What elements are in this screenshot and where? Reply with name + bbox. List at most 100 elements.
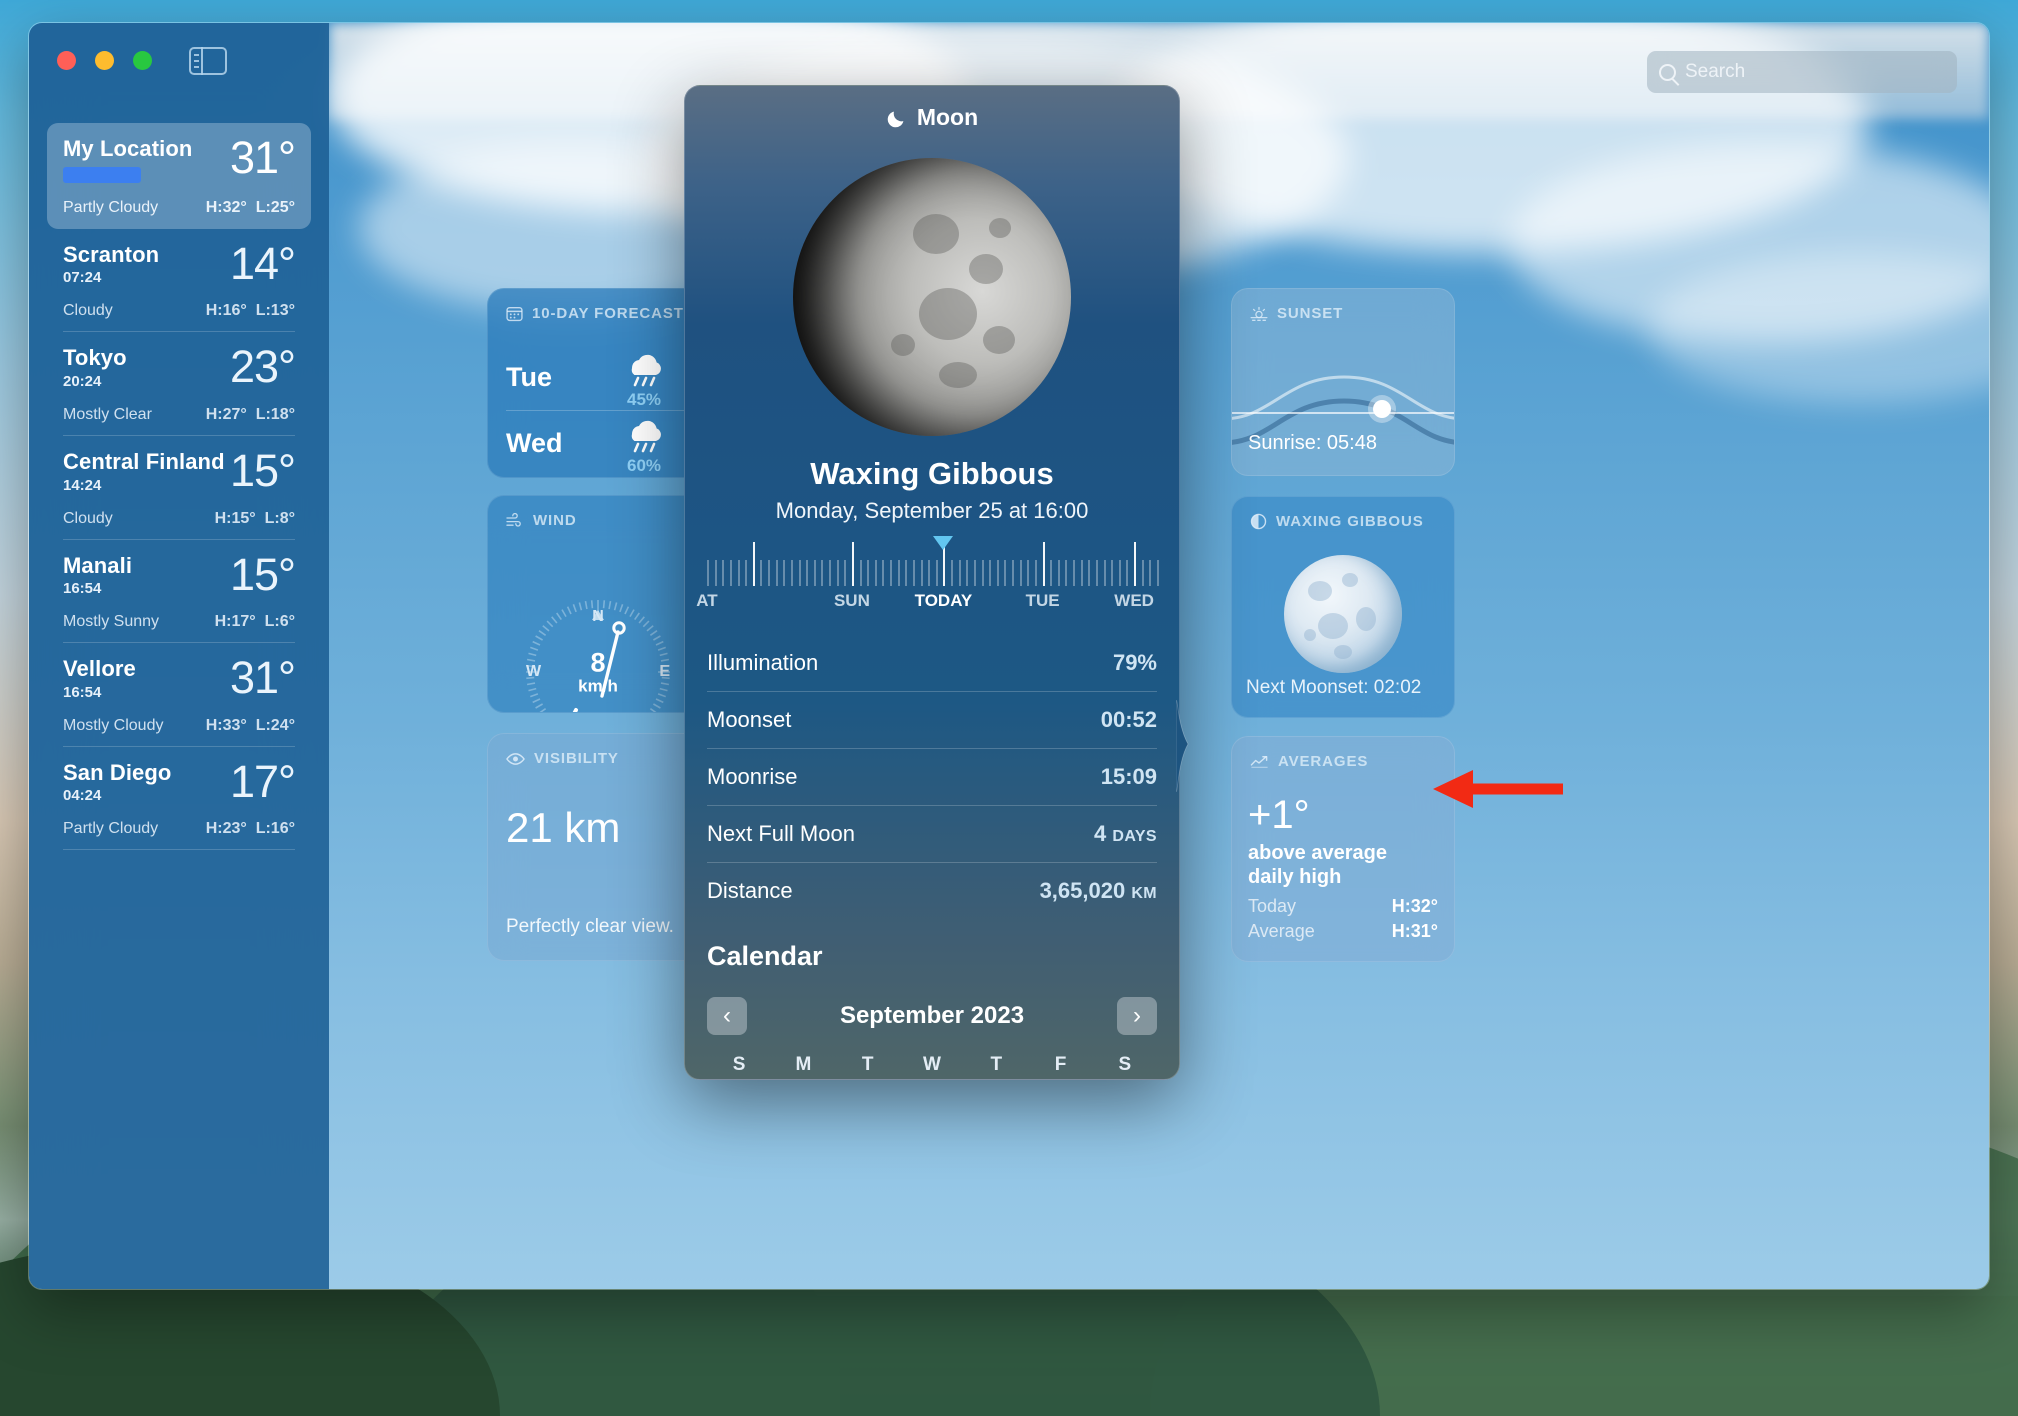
timeline-tick: [1111, 560, 1114, 586]
moon-detail-row: Distance 3,65,020 KM: [707, 862, 1157, 919]
timeline-label: SUN: [833, 591, 870, 610]
timeline-tick: [951, 560, 954, 586]
timeline-tick: [790, 560, 793, 586]
timeline-tick: [867, 560, 870, 586]
timeline-tick: [829, 560, 832, 586]
timeline-tick: [1126, 560, 1129, 586]
forecast-icon-wrap: 45%: [602, 344, 686, 410]
location-high-low: H:23° L:16°: [205, 820, 295, 838]
calendar-prev-button[interactable]: ‹: [707, 997, 747, 1035]
moon-detail-value: 79%: [1112, 649, 1157, 675]
search-field[interactable]: Search: [1647, 51, 1957, 93]
timeline-label: AT: [696, 591, 718, 610]
location-row[interactable]: Vellore 16:54 31° Mostly Cloudy H:33° L:24°: [47, 643, 311, 747]
sunset-icon: [1250, 306, 1268, 321]
calendar-weekday: M: [795, 1054, 812, 1075]
calendar-weekday: F: [1054, 1054, 1067, 1075]
forecast-card-title: 10-DAY FORECAST: [532, 305, 684, 322]
timeline-tick: [768, 560, 771, 586]
timeline-tick: [1141, 560, 1144, 586]
timeline-tick: [1050, 560, 1053, 586]
averages-description-line1: above average: [1248, 842, 1387, 864]
zoom-button[interactable]: [133, 51, 152, 70]
crescent-moon-icon: [887, 111, 904, 127]
location-row[interactable]: Scranton 07:24 14° Cloudy H:16° L:13°: [47, 229, 311, 333]
compass-north-label: N: [592, 608, 604, 625]
timeline-tick: [806, 560, 809, 586]
averages-row-label: Average: [1248, 920, 1315, 941]
location-list: My Location 31° Partly Cloudy H:32° L:25° Sc…: [47, 123, 311, 851]
moon-detail-label: Next Full Moon: [707, 820, 855, 846]
moon-phase-timeline[interactable]: [707, 536, 1159, 594]
calendar-weekday-header: SMTWTFS: [707, 1054, 1157, 1076]
timeline-label: WED: [1114, 591, 1154, 610]
moon-phase-name: Waxing Gibbous: [810, 456, 1054, 491]
location-temperature: 17°: [229, 755, 296, 807]
moon-card[interactable]: WAXING GIBBOUS Next Moonset: 02:02: [1231, 496, 1455, 718]
moon-detail-label: Illumination: [707, 649, 819, 675]
minimize-button[interactable]: [95, 51, 114, 70]
visibility-card[interactable]: VISIBILITY 21 km Perfectly clear view.: [487, 733, 709, 961]
location-condition: Mostly Sunny: [63, 613, 160, 631]
calendar-title: Calendar: [707, 941, 823, 971]
moon-detail-rows: Illumination 79% Moonset 00:52 Moonrise 15:09…: [707, 634, 1157, 919]
timeline-tick: [752, 542, 755, 586]
timeline-tick: [844, 560, 847, 586]
moon-detail-value: 4 DAYS: [1094, 820, 1157, 846]
location-condition: Mostly Cloudy: [63, 716, 164, 734]
timeline-tick: [1012, 560, 1015, 586]
calendar-month-label: September 2023: [839, 1002, 1025, 1029]
location-name: Central Finland: [63, 448, 225, 474]
close-button[interactable]: [57, 51, 76, 70]
location-row[interactable]: My Location 31° Partly Cloudy H:32° L:25°: [47, 123, 311, 229]
popover-title: Moon: [916, 104, 979, 130]
timeline-tick: [1103, 560, 1106, 586]
timeline-tick: [1118, 560, 1121, 586]
eye-icon: [506, 752, 525, 765]
sunset-card[interactable]: SUNSET Sunrise: 05:48: [1231, 288, 1455, 476]
location-name: San Diego: [63, 759, 172, 785]
moon-detail-label: Moonrise: [707, 763, 798, 789]
averages-description-line2: daily high: [1248, 866, 1342, 888]
location-time: 20:24: [63, 372, 102, 390]
location-temperature: 15°: [229, 548, 296, 600]
rain-cloud-icon: [631, 420, 661, 453]
timeline-tick: [707, 560, 709, 586]
timeline-tick: [897, 560, 900, 586]
timeline-tick: [1004, 560, 1007, 586]
location-name: Tokyo: [63, 345, 127, 371]
timeline-tick: [775, 560, 778, 586]
timeline-current-marker: [933, 536, 954, 550]
wind-card-title: WIND: [533, 512, 577, 529]
wind-icon: [506, 512, 521, 527]
location-name: Scranton: [63, 241, 160, 267]
location-row[interactable]: Tokyo 20:24 23° Mostly Clear H:27° L:18°: [47, 332, 311, 436]
location-row[interactable]: Manali 16:54 15° Mostly Sunny H:17° L:6°: [47, 540, 311, 644]
calendar-next-button[interactable]: ›: [1116, 997, 1157, 1035]
averages-card[interactable]: AVERAGES +1° above average daily high To…: [1231, 736, 1455, 962]
timeline-tick: [890, 560, 893, 586]
timeline-tick: [1019, 560, 1022, 586]
timeline-tick: [1065, 560, 1068, 586]
averages-delta: +1°: [1248, 793, 1310, 837]
moon-detail-value: 3,65,020 KM: [1039, 877, 1157, 903]
location-name: Vellore: [63, 656, 136, 682]
wind-card[interactable]: WIND N E S W 8 km/h: [487, 495, 709, 713]
location-row[interactable]: Central Finland 14:24 15° Cloudy H:15° L:8°: [47, 436, 311, 540]
timeline-tick: [1027, 560, 1030, 586]
location-time: 16:54: [63, 683, 102, 701]
location-temperature: 23°: [229, 341, 296, 393]
location-name-redaction: [63, 166, 141, 183]
sidebar-toggle-icon[interactable]: [189, 47, 227, 75]
location-row[interactable]: San Diego 04:24 17° Partly Cloudy H:23° L:16…: [47, 747, 311, 851]
timeline-tick: [981, 560, 984, 586]
calendar-nav: ‹ September 2023 ›: [707, 994, 1157, 1038]
location-name: Manali: [63, 552, 133, 578]
location-condition: Partly Cloudy: [63, 198, 159, 216]
location-temperature: 14°: [229, 237, 296, 289]
search-placeholder: Search: [1685, 61, 1746, 82]
location-temperature: 31°: [229, 652, 296, 704]
moon-detail-popover[interactable]: Moon Waxing Gibbous Monday, September 25…: [684, 85, 1180, 1080]
wind-compass: N E S W 8 km/h: [518, 592, 678, 712]
location-high-low: H:32° L:25°: [205, 198, 295, 216]
